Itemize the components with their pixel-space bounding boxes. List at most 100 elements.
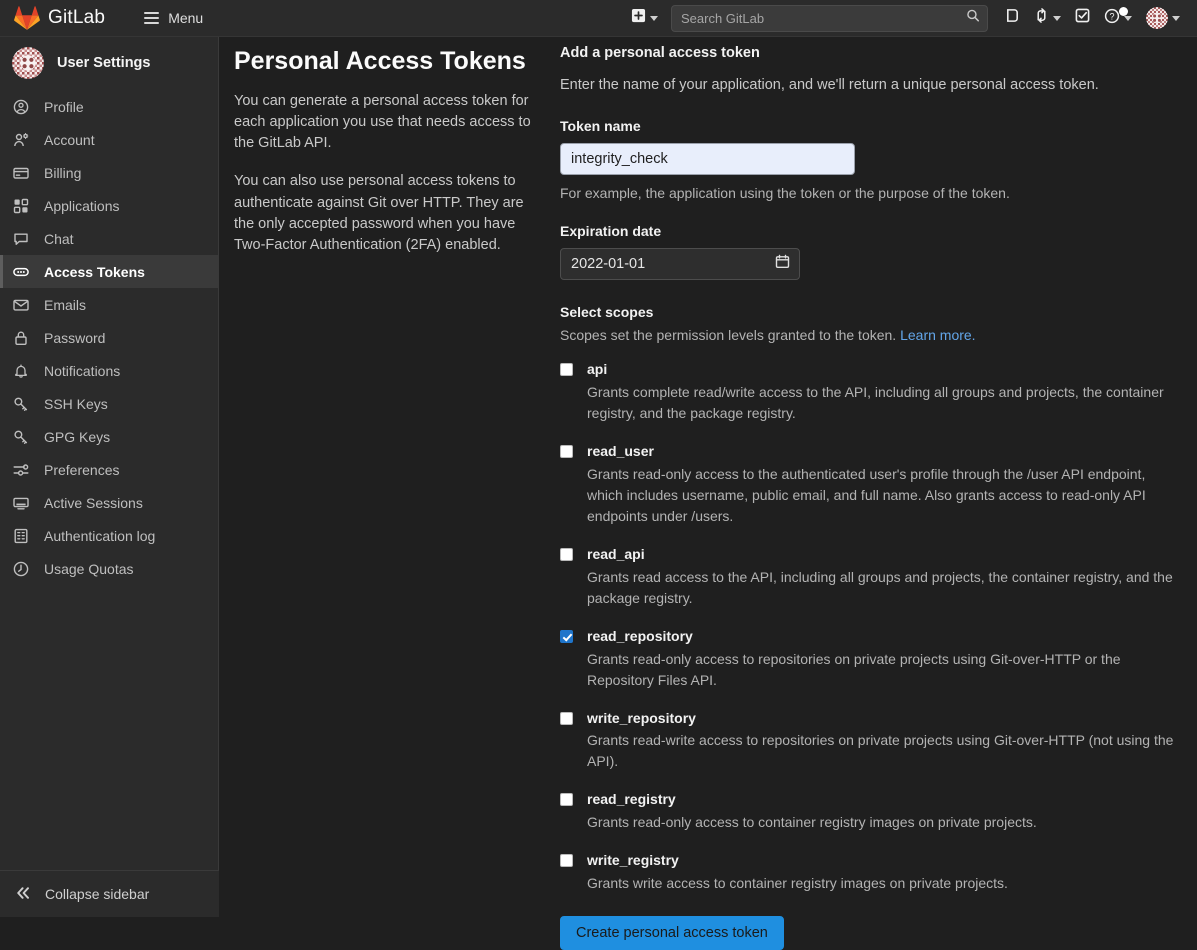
sidebar-header[interactable]: User Settings (0, 37, 218, 90)
double-chevron-left-icon (15, 885, 31, 904)
sidebar-item-preferences[interactable]: Preferences (0, 453, 218, 486)
merge-request-icon (1034, 8, 1049, 28)
scope-row-read-registry: read_registry Grants read-only access to… (560, 790, 1175, 833)
scope-checkbox-api[interactable] (560, 363, 573, 377)
navbar-right-actions: ? (624, 0, 1197, 36)
scope-name[interactable]: read_repository (587, 627, 1175, 646)
top-navbar: GitLab Menu Search GitLab ? (0, 0, 1197, 37)
intro-paragraph-1: You can generate a personal access token… (234, 92, 531, 152)
lock-icon (13, 330, 29, 346)
key-icon (13, 396, 29, 412)
sidebar-item-label: Password (44, 329, 106, 346)
issues-button[interactable] (998, 2, 1027, 34)
sidebar-item-label: Account (44, 131, 95, 148)
scopes-description: Scopes set the permission levels granted… (560, 327, 1175, 343)
todos-button[interactable] (1068, 2, 1097, 34)
scope-name[interactable]: api (587, 360, 1175, 379)
expiration-date-input[interactable] (560, 248, 800, 281)
scope-description: Grants read access to the API, including… (587, 568, 1173, 606)
sidebar-item-chat[interactable]: Chat (0, 222, 218, 255)
scope-checkbox-read-user[interactable] (560, 444, 573, 458)
expiration-date-field[interactable] (560, 248, 800, 281)
create-personal-access-token-button[interactable]: Create personal access token (560, 916, 784, 950)
clock-quota-icon (13, 561, 29, 577)
sidebar-item-gpg-keys[interactable]: GPG Keys (0, 420, 218, 453)
sidebar-item-billing[interactable]: Billing (0, 156, 218, 189)
key-icon (13, 429, 29, 445)
sidebar-item-label: Notifications (44, 362, 121, 379)
token-name-input[interactable] (560, 143, 855, 176)
sidebar-item-authentication-log[interactable]: Authentication log (0, 519, 218, 552)
user-circle-icon (13, 99, 29, 115)
hamburger-icon (144, 12, 160, 24)
main-menu-button[interactable]: Menu (137, 5, 210, 31)
scope-row-write-registry: write_registry Grants write access to co… (560, 851, 1175, 894)
chevron-down-icon (1053, 15, 1061, 21)
monitor-icon (13, 495, 29, 511)
sidebar-item-account[interactable]: Account (0, 123, 218, 156)
brand[interactable]: GitLab (0, 5, 105, 31)
learn-more-link[interactable]: Learn more. (900, 327, 975, 343)
search-box[interactable] (671, 4, 988, 32)
scope-description: Grants write access to container registr… (587, 875, 1008, 892)
scope-name[interactable]: read_api (587, 545, 1175, 564)
scope-checkbox-read-api[interactable] (560, 547, 573, 561)
sidebar-item-applications[interactable]: Applications (0, 189, 218, 222)
sidebar-item-password[interactable]: Password (0, 321, 218, 354)
scope-description: Grants read-write access to repositories… (587, 732, 1174, 770)
scopes-section: Select scopes Scopes set the permission … (560, 304, 1175, 343)
intro-paragraph-2: You can also use personal access tokens … (234, 173, 524, 254)
form-heading: Add a personal access token (560, 45, 760, 61)
content-description-column: Personal Access Tokens You can generate … (220, 45, 560, 950)
scope-name[interactable]: write_repository (587, 709, 1175, 728)
svg-text:?: ? (1109, 11, 1114, 21)
sidebar-item-access-tokens[interactable]: Access Tokens (0, 255, 218, 288)
sidebar-item-label: Applications (44, 197, 120, 214)
user-avatar-identicon-icon (12, 47, 44, 79)
credit-card-icon (13, 165, 29, 181)
left-sidebar: User Settings Profile Account Billing Ap… (0, 37, 219, 917)
help-button[interactable]: ? (1097, 2, 1139, 35)
user-avatar-identicon-icon (1146, 7, 1168, 29)
sidebar-item-notifications[interactable]: Notifications (0, 354, 218, 387)
question-circle-icon: ? (1104, 8, 1120, 29)
scope-name[interactable]: read_user (587, 442, 1175, 461)
sidebar-item-active-sessions[interactable]: Active Sessions (0, 486, 218, 519)
scope-checkbox-read-repository[interactable] (560, 629, 573, 643)
search-input[interactable] (671, 4, 988, 32)
sidebar-item-profile[interactable]: Profile (0, 90, 218, 123)
plus-square-icon (631, 8, 646, 28)
page-title: Personal Access Tokens (234, 47, 526, 75)
scope-name[interactable]: write_registry (587, 851, 1175, 870)
sidebar-item-ssh-keys[interactable]: SSH Keys (0, 387, 218, 420)
scope-description: Grants read-only access to container reg… (587, 814, 1037, 831)
sidebar-item-usage-quotas[interactable]: Usage Quotas (0, 552, 218, 585)
gitlab-tanuki-logo-icon (14, 5, 40, 31)
sidebar-item-label: Billing (44, 164, 82, 181)
sidebar-item-emails[interactable]: Emails (0, 288, 218, 321)
scope-checkbox-write-repository[interactable] (560, 711, 573, 725)
user-menu-button[interactable] (1139, 1, 1187, 35)
scopes-description-text: Scopes set the permission levels granted… (560, 327, 897, 344)
merge-requests-button[interactable] (1027, 2, 1068, 34)
scope-name[interactable]: read_registry (587, 790, 1175, 809)
bell-icon (13, 363, 29, 379)
brand-label: GitLab (48, 7, 106, 28)
scope-checkbox-write-registry[interactable] (560, 854, 573, 868)
form-subheading: Enter the name of your application, and … (560, 77, 1099, 93)
scope-checkbox-read-registry[interactable] (560, 793, 573, 807)
scope-row-write-repository: write_repository Grants read-write acces… (560, 709, 1175, 773)
scope-row-api: api Grants complete read/write access to… (560, 360, 1175, 424)
create-new-button[interactable] (624, 2, 665, 34)
scope-row-read-user: read_user Grants read-only access to the… (560, 442, 1175, 527)
collapse-sidebar-button[interactable]: Collapse sidebar (0, 870, 219, 917)
chevron-down-icon (1172, 15, 1180, 21)
scope-description: Grants read-only access to the authentic… (587, 465, 1146, 524)
collapse-sidebar-label: Collapse sidebar (45, 886, 150, 902)
token-name-help-text: For example, the application using the t… (560, 185, 1010, 202)
main-content: Personal Access Tokens You can generate … (220, 37, 1197, 950)
sidebar-item-label: Chat (44, 230, 74, 247)
chevron-down-icon (650, 15, 658, 21)
envelope-icon (13, 297, 29, 313)
issues-icon (1005, 8, 1020, 28)
